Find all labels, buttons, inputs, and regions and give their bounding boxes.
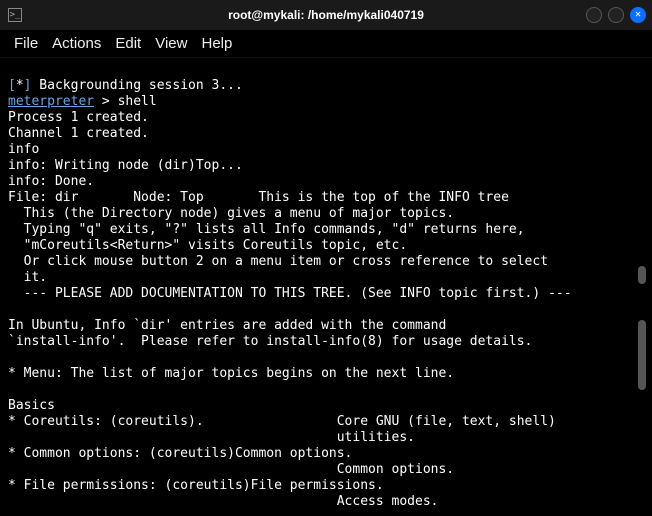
window-controls (586, 7, 646, 23)
terminal-icon: >_ (8, 8, 22, 22)
text: "mCoreutils<Return>" visits Coreutils to… (8, 238, 407, 253)
text: it. (8, 270, 47, 285)
scrollbar-thumb[interactable] (638, 320, 646, 390)
text: Basics (8, 398, 55, 413)
maximize-button[interactable] (608, 7, 624, 23)
minimize-button[interactable] (586, 7, 602, 23)
text: > shell (94, 94, 157, 109)
text: --- PLEASE ADD DOCUMENTATION TO THIS TRE… (8, 286, 572, 301)
text: Common options. (8, 462, 454, 477)
star: * (16, 78, 24, 93)
text: * Common options: (coreutils)Common opti… (8, 446, 352, 461)
scrollbar-thumb[interactable] (638, 266, 646, 284)
ellipsis: ... (219, 78, 242, 93)
menu-actions[interactable]: Actions (52, 35, 101, 52)
text: Access modes. (8, 494, 438, 509)
menu-edit[interactable]: Edit (115, 35, 141, 52)
menu-file[interactable]: File (14, 35, 38, 52)
text: * Menu: The list of major topics begins … (8, 366, 454, 381)
text: info (8, 142, 39, 157)
menu-help[interactable]: Help (201, 35, 232, 52)
text: Channel 1 created. (8, 126, 149, 141)
text: This (the Directory node) gives a menu o… (8, 206, 454, 221)
window-title: root@mykali: /home/mykali040719 (228, 8, 424, 22)
text: * Coreutils: (coreutils). Core GNU (file… (8, 414, 556, 429)
text: info: Writing node (dir)Top (8, 158, 219, 173)
text: utilities. (8, 430, 415, 445)
text: Process 1 created. (8, 110, 149, 125)
text: * File permissions: (coreutils)File perm… (8, 478, 384, 493)
text: Typing "q" exits, "?" lists all Info com… (8, 222, 525, 237)
menu-view[interactable]: View (155, 35, 187, 52)
close-button[interactable] (630, 7, 646, 23)
terminal-output[interactable]: [*] Backgrounding session 3... meterpret… (0, 58, 652, 516)
titlebar[interactable]: >_ root@mykali: /home/mykali040719 (0, 0, 652, 30)
text: Or click mouse button 2 on a menu item o… (8, 254, 548, 269)
meterpreter-prompt: meterpreter (8, 94, 94, 109)
menubar: File Actions Edit View Help (0, 30, 652, 58)
terminal-window: >_ root@mykali: /home/mykali040719 File … (0, 0, 652, 516)
bracket: [ (8, 78, 16, 93)
text: File: dir Node: Top This is the top of t… (8, 190, 509, 205)
text: `install-info'. Please refer to install-… (8, 334, 532, 349)
ellipsis: ... (219, 158, 242, 173)
text: info: Done. (8, 174, 94, 189)
text: Backgrounding session 3 (31, 78, 219, 93)
text: In Ubuntu, Info `dir' entries are added … (8, 318, 446, 333)
